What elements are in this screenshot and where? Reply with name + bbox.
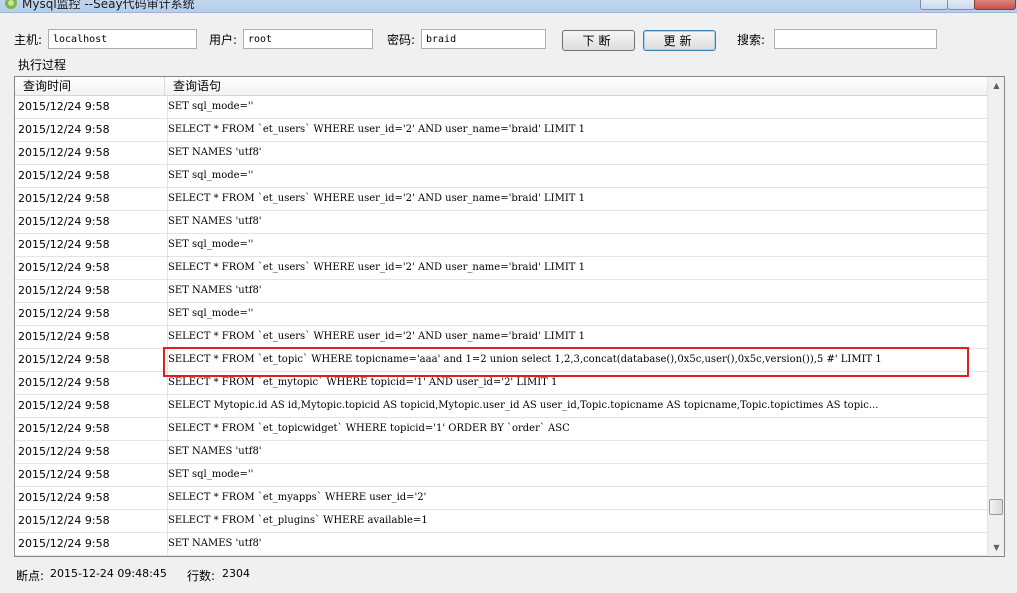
- maximize-button[interactable]: [947, 0, 975, 10]
- query-statement: SELECT * FROM `et_topicwidget` WHERE top…: [167, 418, 984, 440]
- table-row[interactable]: 2015/12/24 9:58 SET sql_mode='': [15, 165, 987, 188]
- table-row[interactable]: 2015/12/24 9:58 SET NAMES 'utf8': [15, 211, 987, 234]
- title-bar: Mysql监控 --Seay代码审计系统: [0, 0, 1017, 13]
- query-statement: SET NAMES 'utf8': [167, 142, 984, 164]
- query-time: 2015/12/24 9:58: [18, 353, 110, 366]
- table-row[interactable]: 2015/12/24 9:58 SELECT * FROM `et_users` …: [15, 326, 987, 349]
- table-row[interactable]: 2015/12/24 9:58 SELECT * FROM `et_myapps`…: [15, 487, 987, 510]
- query-time: 2015/12/24 9:58: [18, 468, 110, 481]
- app-icon: [4, 0, 18, 10]
- table-row[interactable]: 2015/12/24 9:58 SELECT * FROM `et_users` …: [15, 257, 987, 280]
- query-time: 2015/12/24 9:58: [18, 215, 110, 228]
- table-row[interactable]: 2015/12/24 9:58 SELECT * FROM `et_plugins…: [15, 510, 987, 533]
- breakpoint-label: 断点:: [16, 569, 45, 583]
- query-statement: SELECT * FROM `et_users` WHERE user_id='…: [167, 188, 984, 210]
- query-statement: SET NAMES 'utf8': [167, 211, 984, 233]
- group-label: 执行过程: [18, 58, 67, 72]
- close-button[interactable]: [974, 0, 1016, 10]
- column-header-query[interactable]: 查询语句: [165, 77, 987, 95]
- query-statement: SET sql_mode='': [167, 165, 984, 187]
- password-label: 密码:: [387, 33, 416, 47]
- refresh-button[interactable]: 更新: [643, 30, 716, 51]
- table-row[interactable]: 2015/12/24 9:58 SET NAMES 'utf8': [15, 533, 987, 556]
- host-input[interactable]: [48, 29, 197, 49]
- list-header: 查询时间 查询语句: [15, 77, 987, 96]
- table-row[interactable]: 2015/12/24 9:58 SET sql_mode='': [15, 234, 987, 257]
- query-log-list[interactable]: 查询时间 查询语句 2015/12/24 9:58 SET sql_mode=''…: [14, 76, 1005, 557]
- query-statement: SELECT * FROM `et_users` WHERE user_id='…: [167, 326, 984, 348]
- rowcount-value: 2304: [222, 567, 250, 580]
- scroll-thumb[interactable]: [989, 499, 1003, 515]
- vertical-scrollbar[interactable]: ▲ ▼: [987, 77, 1004, 556]
- table-row[interactable]: 2015/12/24 9:58 SELECT * FROM `et_topic` …: [15, 349, 987, 372]
- query-time: 2015/12/24 9:58: [18, 491, 110, 504]
- query-time: 2015/12/24 9:58: [18, 399, 110, 412]
- table-row[interactable]: 2015/12/24 9:58 SELECT Mytopic.id AS id,M…: [15, 395, 987, 418]
- list-rows: 2015/12/24 9:58 SET sql_mode='' 2015/12/24…: [15, 96, 987, 556]
- query-statement: SELECT * FROM `et_topic` WHERE topicname…: [167, 349, 984, 371]
- table-row[interactable]: 2015/12/24 9:58 SET sql_mode='': [15, 464, 987, 487]
- query-statement: SELECT * FROM `et_plugins` WHERE availab…: [167, 510, 984, 532]
- query-time: 2015/12/24 9:58: [18, 445, 110, 458]
- window-title: Mysql监控 --Seay代码审计系统: [22, 0, 195, 11]
- query-time: 2015/12/24 9:58: [18, 169, 110, 182]
- table-row[interactable]: 2015/12/24 9:58 SET sql_mode='': [15, 303, 987, 326]
- query-time: 2015/12/24 9:58: [18, 376, 110, 389]
- query-time: 2015/12/24 9:58: [18, 537, 110, 550]
- table-row[interactable]: 2015/12/24 9:58 SET sql_mode='': [15, 96, 987, 119]
- query-time: 2015/12/24 9:58: [18, 514, 110, 527]
- user-label: 用户:: [209, 33, 238, 47]
- user-input[interactable]: [243, 29, 373, 49]
- query-statement: SELECT * FROM `et_myapps` WHERE user_id=…: [167, 487, 984, 509]
- minimize-button[interactable]: [920, 0, 948, 10]
- query-statement: SELECT * FROM `et_mytopic` WHERE topicid…: [167, 372, 984, 394]
- table-row[interactable]: 2015/12/24 9:58 SET NAMES 'utf8': [15, 441, 987, 464]
- query-statement: SET sql_mode='': [167, 96, 984, 118]
- query-statement: SET sql_mode='': [167, 464, 984, 486]
- query-statement: SELECT * FROM `et_users` WHERE user_id='…: [167, 257, 984, 279]
- query-time: 2015/12/24 9:58: [18, 422, 110, 435]
- search-input[interactable]: [774, 29, 937, 49]
- table-row[interactable]: 2015/12/24 9:58 SELECT * FROM `et_users` …: [15, 119, 987, 142]
- rowcount-label: 行数:: [187, 569, 216, 583]
- query-statement: SELECT Mytopic.id AS id,Mytopic.topicid …: [167, 395, 984, 417]
- table-row[interactable]: 2015/12/24 9:58 SET NAMES 'utf8': [15, 280, 987, 303]
- break-button[interactable]: 下断: [562, 30, 635, 51]
- host-label: 主机:: [14, 33, 43, 47]
- search-label: 搜索:: [737, 33, 766, 47]
- query-time: 2015/12/24 9:58: [18, 261, 110, 274]
- query-time: 2015/12/24 9:58: [18, 238, 110, 251]
- query-time: 2015/12/24 9:58: [18, 307, 110, 320]
- query-statement: SET NAMES 'utf8': [167, 533, 984, 555]
- query-statement: SET sql_mode='': [167, 303, 984, 325]
- column-header-time[interactable]: 查询时间: [15, 77, 165, 95]
- query-time: 2015/12/24 9:58: [18, 146, 110, 159]
- query-time: 2015/12/24 9:58: [18, 284, 110, 297]
- query-time: 2015/12/24 9:58: [18, 330, 110, 343]
- query-statement: SET NAMES 'utf8': [167, 441, 984, 463]
- scroll-down-icon[interactable]: ▼: [988, 539, 1004, 556]
- query-time: 2015/12/24 9:58: [18, 123, 110, 136]
- scroll-up-icon[interactable]: ▲: [988, 77, 1004, 94]
- query-statement: SELECT * FROM `et_users` WHERE user_id='…: [167, 119, 984, 141]
- table-row[interactable]: 2015/12/24 9:58 SELECT * FROM `et_mytopic…: [15, 372, 987, 395]
- query-time: 2015/12/24 9:58: [18, 100, 110, 113]
- password-input[interactable]: [421, 29, 546, 49]
- breakpoint-value: 2015-12-24 09:48:45: [50, 567, 167, 580]
- table-row[interactable]: 2015/12/24 9:58 SELECT * FROM `et_users` …: [15, 188, 987, 211]
- table-row[interactable]: 2015/12/24 9:58 SELECT * FROM `et_topicwi…: [15, 418, 987, 441]
- query-statement: SET NAMES 'utf8': [167, 280, 984, 302]
- query-time: 2015/12/24 9:58: [18, 192, 110, 205]
- table-row[interactable]: 2015/12/24 9:58 SET NAMES 'utf8': [15, 142, 987, 165]
- query-statement: SET sql_mode='': [167, 234, 984, 256]
